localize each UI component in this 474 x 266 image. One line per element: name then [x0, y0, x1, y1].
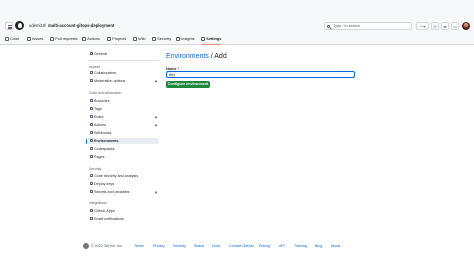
server-icon: [89, 139, 93, 143]
breadcrumb-separator: /: [45, 23, 47, 28]
breadcrumb-repo[interactable]: multi-account-gitops-deployment: [48, 23, 114, 29]
github-logo-icon[interactable]: [15, 21, 24, 30]
chevron-down-icon: [154, 115, 158, 118]
tab-pull-requests[interactable]: Pull requests: [50, 35, 78, 45]
codespaces-icon: [89, 147, 93, 151]
footer-link-training[interactable]: Training: [294, 244, 307, 248]
chevron-down-icon: [154, 123, 158, 126]
footer-link-security[interactable]: Security: [173, 244, 186, 248]
environments-link[interactable]: Environments: [166, 53, 209, 60]
sidebar-item-environments[interactable]: Environments: [86, 138, 159, 144]
search-input[interactable]: Type / to search: [324, 22, 412, 30]
sidebar-item-pages[interactable]: Pages: [88, 154, 159, 160]
footer-link-api[interactable]: API: [279, 244, 285, 248]
graph-icon: [176, 37, 180, 41]
sidebar-heading-integrations: Integrations: [89, 201, 107, 205]
footer-link-blog[interactable]: Blog: [315, 244, 322, 248]
play-icon: [82, 37, 86, 41]
sidebar-item-email-notifications[interactable]: Email notifications: [88, 216, 159, 222]
search-icon: [327, 24, 330, 28]
tab-security[interactable]: Security: [152, 35, 171, 45]
chevron-down-icon: [154, 190, 158, 193]
configure-environment-button[interactable]: Configure environment: [166, 81, 210, 88]
issue-icon: [27, 37, 31, 41]
report-icon: [89, 79, 93, 83]
sidebar-item-collaborators[interactable]: Collaborators: [88, 70, 159, 76]
code-icon: [5, 37, 9, 41]
tag-icon: [89, 107, 93, 111]
tab-projects[interactable]: Projects: [107, 35, 126, 45]
inbox-icon[interactable]: ▭: [451, 22, 459, 30]
tab-code[interactable]: Code: [5, 35, 19, 45]
tab-wiki[interactable]: Wiki: [133, 35, 145, 45]
gear-icon: [89, 52, 93, 56]
footer-link-terms[interactable]: Terms: [134, 244, 144, 248]
tab-actions[interactable]: Actions: [82, 35, 100, 45]
sidebar-item-github-apps[interactable]: GitHub Apps: [88, 208, 159, 214]
gear-icon: [201, 37, 205, 41]
sidebar-item-general[interactable]: General: [88, 51, 159, 57]
issues-icon[interactable]: ◎: [431, 22, 439, 30]
footer-link-status[interactable]: Status: [194, 244, 204, 248]
sidebar-item-webhooks[interactable]: Webhooks: [88, 130, 159, 136]
footer-link-about[interactable]: About: [331, 244, 340, 248]
sidebar-item-secrets[interactable]: Secrets and variables: [88, 189, 159, 195]
sidebar-item-moderation[interactable]: Moderation options: [88, 78, 159, 84]
menu-icon[interactable]: [5, 22, 13, 30]
webhook-icon: [89, 131, 93, 135]
title-separator: /: [210, 53, 213, 60]
sidebar-item-deploy-keys[interactable]: Deploy keys: [88, 181, 159, 187]
sidebar-item-tags[interactable]: Tags: [88, 106, 159, 112]
key-icon: [89, 182, 93, 186]
footer-link-pricing[interactable]: Pricing: [259, 244, 270, 248]
book-icon: [133, 37, 137, 41]
sidebar-heading-code: Code and automation: [89, 91, 122, 95]
pull-request-icon: [50, 37, 54, 41]
repo-tabs: Code Issues Pull requests Actions Projec…: [0, 35, 474, 45]
github-logo-icon[interactable]: [83, 243, 89, 249]
sidebar-item-rules[interactable]: Rules: [88, 114, 159, 120]
browser-icon: [89, 155, 93, 159]
pull-requests-icon[interactable]: ⇄: [441, 22, 449, 30]
sidebar-heading-security: Security: [89, 167, 102, 171]
sidebar-divider: [88, 60, 159, 61]
shield-lock-icon: [89, 174, 93, 178]
sidebar-item-actions[interactable]: Actions: [88, 122, 159, 128]
sidebar-item-code-security[interactable]: Code security and analysis: [88, 173, 159, 179]
tab-settings[interactable]: Settings: [201, 35, 222, 45]
repo-header: udemi10 / multi-account-gitops-deploymen…: [0, 0, 474, 45]
title-add: Add: [214, 53, 227, 60]
branch-icon: [89, 99, 93, 103]
create-new-button[interactable]: + ▾: [416, 22, 429, 30]
footer-copyright: © 2023 GitHub, Inc.: [91, 244, 123, 248]
page-title: Environments / Add: [166, 52, 227, 61]
tab-insights[interactable]: Insights: [176, 35, 195, 45]
footer-link-contact[interactable]: Contact GitHub: [229, 244, 254, 248]
sidebar-item-codespaces[interactable]: Codespaces: [88, 146, 159, 152]
sidebar-heading-access: Access: [89, 65, 100, 69]
avatar[interactable]: [462, 22, 470, 30]
breadcrumb-owner[interactable]: udemi10: [29, 23, 45, 29]
play-icon: [89, 123, 93, 127]
rules-icon: [89, 115, 93, 119]
shield-icon: [152, 37, 156, 41]
people-icon: [89, 71, 93, 75]
table-icon: [107, 37, 111, 41]
asterisk-icon: [89, 190, 93, 194]
apps-icon: [89, 209, 93, 213]
mail-icon: [89, 217, 93, 221]
footer-link-privacy[interactable]: Privacy: [153, 244, 165, 248]
chevron-down-icon: [154, 79, 158, 82]
tab-issues[interactable]: Issues: [27, 35, 43, 45]
environment-name-input[interactable]: [166, 71, 355, 78]
sidebar-item-branches[interactable]: Branches: [88, 98, 159, 104]
footer-link-docs[interactable]: Docs: [212, 244, 220, 248]
